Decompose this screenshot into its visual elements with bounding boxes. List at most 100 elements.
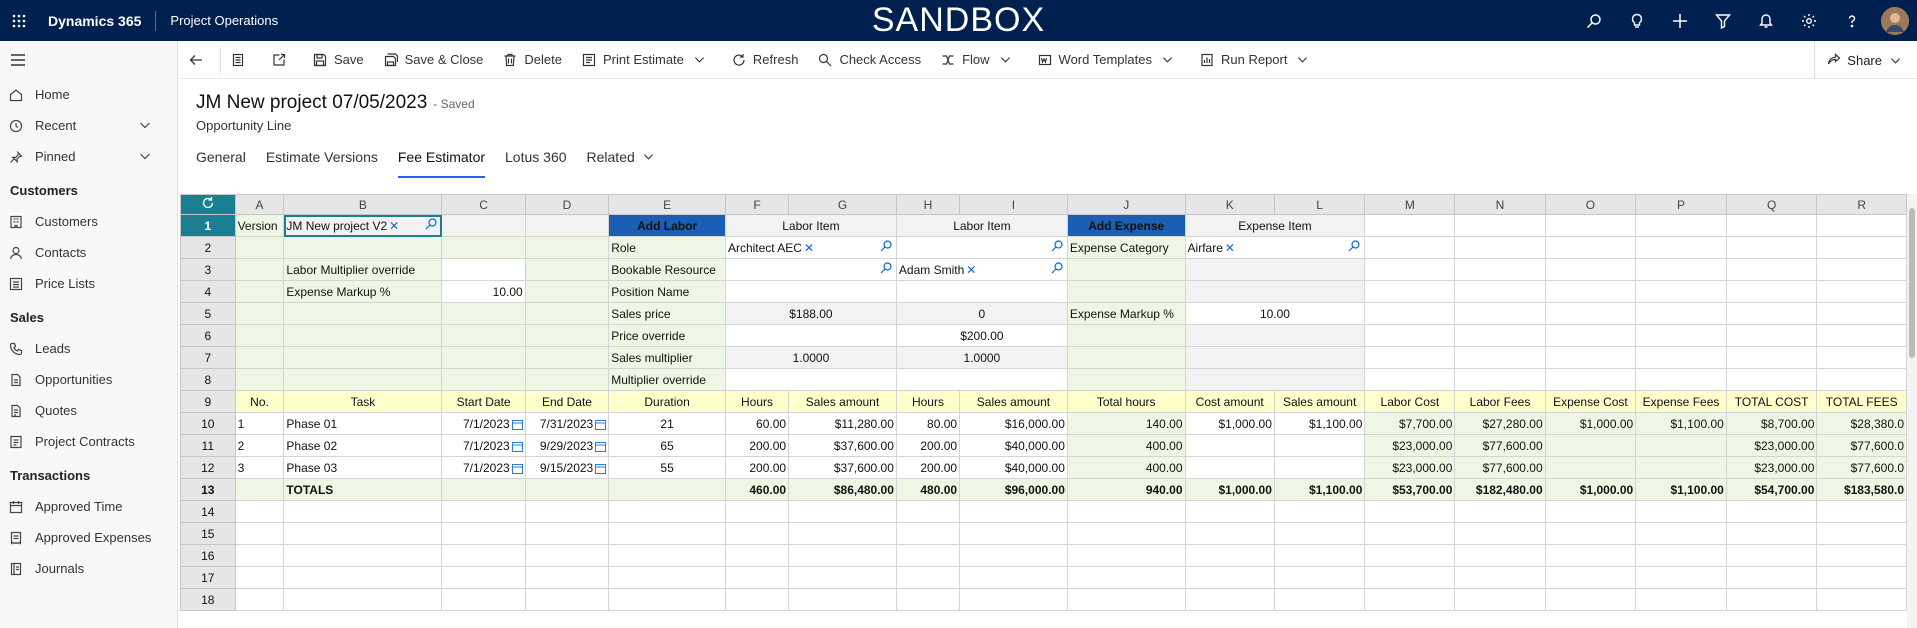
cell[interactable] — [234, 588, 285, 611]
back-button[interactable] — [179, 41, 220, 79]
cell[interactable]: $40,000.00 — [959, 456, 1068, 479]
cell[interactable] — [1635, 434, 1727, 457]
cell[interactable] — [1184, 500, 1275, 523]
cell[interactable] — [524, 214, 610, 237]
cell[interactable] — [1273, 544, 1366, 567]
cell[interactable] — [1364, 346, 1456, 369]
cell[interactable] — [441, 522, 526, 545]
chevron-down-icon[interactable] — [139, 150, 151, 162]
cell[interactable]: $1,100.00 — [1273, 412, 1366, 435]
sidebar-item-customers[interactable]: Customers — [0, 206, 177, 237]
bookable-resource-lookup-field[interactable] — [724, 258, 897, 281]
role-lookup-field[interactable] — [895, 236, 1068, 259]
cell[interactable] — [1066, 280, 1186, 303]
app-launcher-icon[interactable] — [0, 0, 38, 41]
cell[interactable]: 1 — [234, 412, 285, 435]
row-header[interactable]: 14 — [180, 500, 236, 523]
cell[interactable] — [608, 566, 726, 589]
expense-markup-input[interactable]: 10.00 — [441, 280, 526, 303]
cell[interactable] — [1544, 214, 1637, 237]
cell[interactable] — [1725, 544, 1818, 567]
cell[interactable] — [1635, 236, 1727, 259]
cell[interactable] — [1544, 258, 1637, 281]
calendar-icon[interactable] — [511, 441, 523, 452]
cell[interactable] — [788, 566, 897, 589]
cell[interactable] — [1725, 522, 1818, 545]
cell[interactable] — [524, 346, 610, 369]
cell[interactable] — [1544, 280, 1637, 303]
cell[interactable] — [283, 566, 443, 589]
cell[interactable] — [1364, 258, 1456, 281]
cell[interactable] — [959, 566, 1068, 589]
cell[interactable] — [283, 588, 443, 611]
vertical-scrollbar[interactable] — [1907, 194, 1917, 628]
cell[interactable] — [1364, 236, 1456, 259]
sidebar-item-recent[interactable]: Recent — [0, 110, 177, 141]
cell[interactable] — [1184, 280, 1366, 303]
row-header[interactable]: 10 — [180, 412, 236, 435]
save-button[interactable]: Save — [303, 41, 374, 79]
cell[interactable] — [1816, 368, 1907, 391]
cell[interactable] — [1273, 500, 1366, 523]
sidebar-item-approved-time[interactable]: Approved Time — [0, 491, 177, 522]
cell[interactable] — [234, 544, 285, 567]
cell[interactable] — [1066, 500, 1186, 523]
cell[interactable] — [441, 346, 526, 369]
cell[interactable] — [234, 500, 285, 523]
cell[interactable] — [1454, 214, 1546, 237]
save-and-close-button[interactable]: Save & Close — [374, 41, 494, 79]
cell[interactable]: $8,700.00 — [1725, 412, 1818, 435]
search-icon[interactable] — [1348, 240, 1360, 252]
version-lookup-field[interactable]: JM New project V2 ✕ — [283, 214, 443, 237]
sidebar-item-opportunities[interactable]: Opportunities — [0, 364, 177, 395]
cell[interactable] — [234, 324, 285, 347]
sidebar-item-contacts[interactable]: Contacts — [0, 237, 177, 268]
cell[interactable] — [724, 500, 790, 523]
cell[interactable] — [1184, 456, 1275, 479]
clear-icon[interactable]: ✕ — [389, 219, 399, 233]
cell[interactable] — [1816, 566, 1907, 589]
column-header[interactable]: O — [1544, 194, 1637, 215]
search-icon[interactable] — [880, 240, 892, 252]
cell[interactable]: $37,600.00 — [788, 456, 897, 479]
tab-lotus-360[interactable]: Lotus 360 — [505, 148, 567, 178]
bookable-resource-lookup-field[interactable]: Adam Smith ✕ — [895, 258, 1068, 281]
cell[interactable] — [1066, 566, 1186, 589]
check-access-button[interactable]: Check Access — [808, 41, 931, 79]
position-name-input[interactable] — [895, 280, 1068, 303]
cell[interactable] — [1635, 500, 1727, 523]
column-header[interactable]: E — [608, 194, 726, 215]
cell[interactable] — [1544, 324, 1637, 347]
calendar-icon[interactable] — [595, 463, 607, 474]
cell[interactable]: 3 — [234, 456, 285, 479]
start-date-cell[interactable]: 7/1/2023 — [441, 456, 526, 479]
cell[interactable] — [524, 236, 610, 259]
cell[interactable]: 60.00 — [724, 412, 790, 435]
cell[interactable]: 21 — [608, 412, 726, 435]
start-date-cell[interactable]: 7/1/2023 — [441, 412, 526, 435]
cell[interactable]: $23,000.00 — [1725, 456, 1818, 479]
row-header[interactable]: 13 — [180, 478, 236, 501]
cell[interactable]: 200.00 — [724, 456, 790, 479]
column-header[interactable]: N — [1454, 194, 1546, 215]
cell[interactable]: $1,100.00 — [1635, 412, 1727, 435]
cell[interactable] — [895, 588, 961, 611]
cell[interactable]: 200.00 — [724, 434, 790, 457]
cell[interactable] — [1454, 566, 1546, 589]
end-date-cell[interactable]: 9/15/2023 — [524, 456, 610, 479]
search-icon[interactable] — [1051, 240, 1063, 252]
cell[interactable]: $11,280.00 — [788, 412, 897, 435]
cell[interactable] — [1184, 588, 1275, 611]
add-expense-button[interactable]: Add Expense — [1066, 214, 1186, 237]
cell[interactable] — [1184, 258, 1366, 281]
cell[interactable] — [608, 522, 726, 545]
cell[interactable] — [1454, 522, 1546, 545]
cell[interactable] — [1816, 324, 1907, 347]
cell[interactable]: $37,600.00 — [788, 434, 897, 457]
cell[interactable]: $77,600.0 — [1816, 456, 1907, 479]
column-header[interactable]: I — [959, 194, 1068, 215]
multiplier-override-input[interactable] — [724, 368, 897, 391]
cell[interactable] — [524, 302, 610, 325]
user-avatar[interactable] — [1881, 6, 1909, 35]
search-icon[interactable] — [1572, 0, 1615, 41]
